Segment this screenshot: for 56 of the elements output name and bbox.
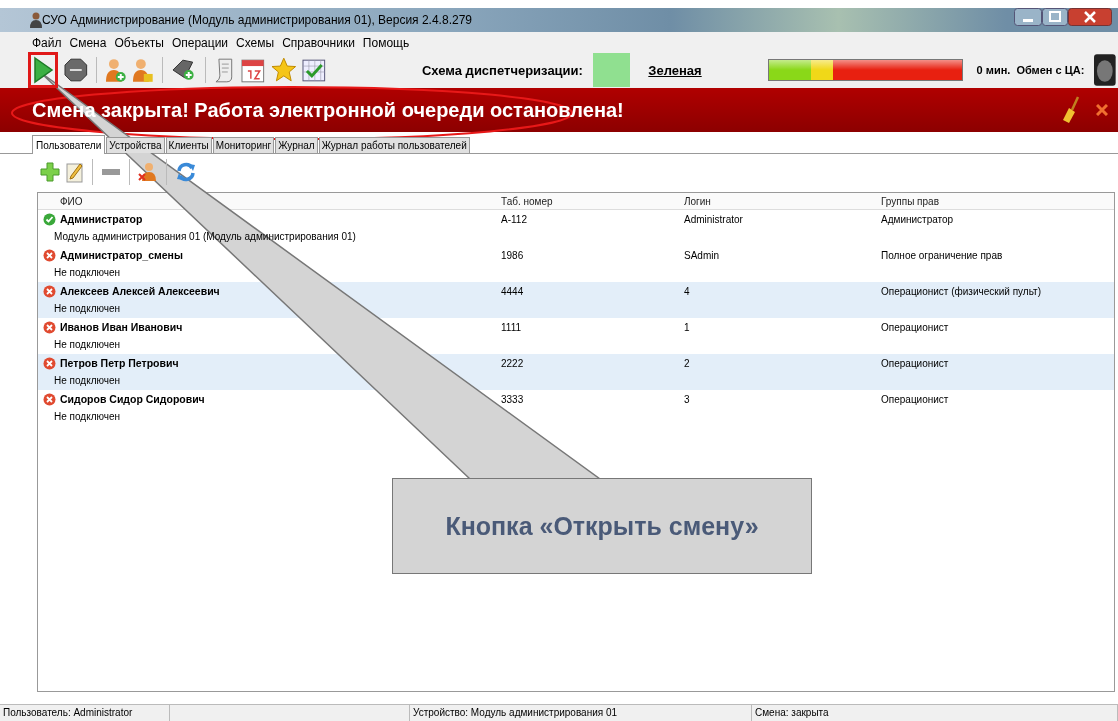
- scheme-name[interactable]: Зеленая: [648, 62, 702, 78]
- table-cell-text: 2222: [501, 357, 525, 369]
- status-text: Пользователь: Administrator: [0, 705, 170, 721]
- tab[interactable]: Клиенты: [165, 137, 212, 153]
- connection-status: Модуль администрирования 01 (Модуль администрирования 01): [54, 231, 356, 242]
- wait-time: 0 мин.: [976, 64, 1011, 76]
- exchange-label: Обмен с ЦА:: [1016, 64, 1085, 76]
- menu-item[interactable]: Файл: [32, 36, 62, 50]
- window-title: СУО Администрирование (Модуль администрирования 01), Версия 2.4.8.279: [42, 13, 472, 27]
- menu-item[interactable]: Операции: [171, 36, 229, 50]
- user-name: Администратор: [60, 213, 144, 225]
- table-cell-text: 3: [684, 393, 691, 405]
- column-header[interactable]: Таб. номер: [501, 195, 684, 207]
- table-cell-text: Операционист: [881, 321, 950, 333]
- table-cell-text: 2: [684, 357, 691, 369]
- table-cell-text: 3333: [501, 393, 525, 405]
- tab[interactable]: Мониторинг: [212, 137, 275, 153]
- tab[interactable]: Устройства: [106, 137, 165, 153]
- table-cell-text: 4444: [501, 285, 525, 297]
- table-cell-text: Полное ограничение прав: [881, 249, 1004, 261]
- user-name: Иванов Иван Иванович: [60, 321, 184, 333]
- table-cell-text: Операционист (физический пульт): [881, 285, 1042, 297]
- table-cell-text: A-112: [501, 213, 528, 225]
- connection-status: Не подключен: [54, 375, 121, 386]
- connection-status: Не подключен: [54, 303, 121, 314]
- callout-text: Кнопка «Открыть смену»: [445, 511, 759, 541]
- user-name: Алексеев Алексей Алексеевич: [60, 285, 221, 297]
- table-cell-text: 1: [684, 321, 691, 333]
- tab[interactable]: Журнал: [275, 137, 318, 153]
- tab[interactable]: Журнал работы пользователей: [318, 137, 470, 153]
- table-cell-text: 4: [684, 285, 691, 297]
- table-cell-text: Администратор: [881, 213, 955, 225]
- table-cell-text: 1986: [501, 249, 525, 261]
- connection-status: Не подключен: [54, 411, 121, 422]
- tab[interactable]: Пользователи: [32, 135, 106, 154]
- user-name: Сидоров Сидор Сидорович: [60, 393, 206, 405]
- menu-item[interactable]: Справочники: [282, 36, 355, 50]
- scheme-label: Схема диспетчеризации:: [422, 62, 583, 78]
- table-cell-text: SAdmin: [684, 249, 720, 261]
- table-cell-text: 1111: [501, 321, 523, 333]
- menu-item[interactable]: Помощь: [362, 36, 410, 50]
- status-text: Устройство: Модуль администрирования 01: [410, 705, 752, 721]
- table-cell-text: Administrator: [684, 213, 744, 225]
- user-name: Администратор_смены: [60, 249, 184, 261]
- menu-item[interactable]: Объекты: [114, 36, 164, 50]
- table-cell-text: Операционист: [881, 357, 950, 369]
- status-text: Смена: закрыта: [752, 705, 1118, 721]
- column-header[interactable]: Группы прав: [881, 195, 1114, 207]
- column-header[interactable]: Логин: [684, 195, 881, 207]
- connection-status: Не подключен: [54, 339, 121, 350]
- connection-status: Не подключен: [54, 267, 121, 278]
- menu-item[interactable]: Схемы: [236, 36, 275, 50]
- user-name: Петров Петр Петрович: [60, 357, 180, 369]
- table-cell-text: Операционист: [881, 393, 950, 405]
- menu-item[interactable]: Смена: [69, 36, 107, 50]
- column-header[interactable]: ФИО: [60, 195, 501, 207]
